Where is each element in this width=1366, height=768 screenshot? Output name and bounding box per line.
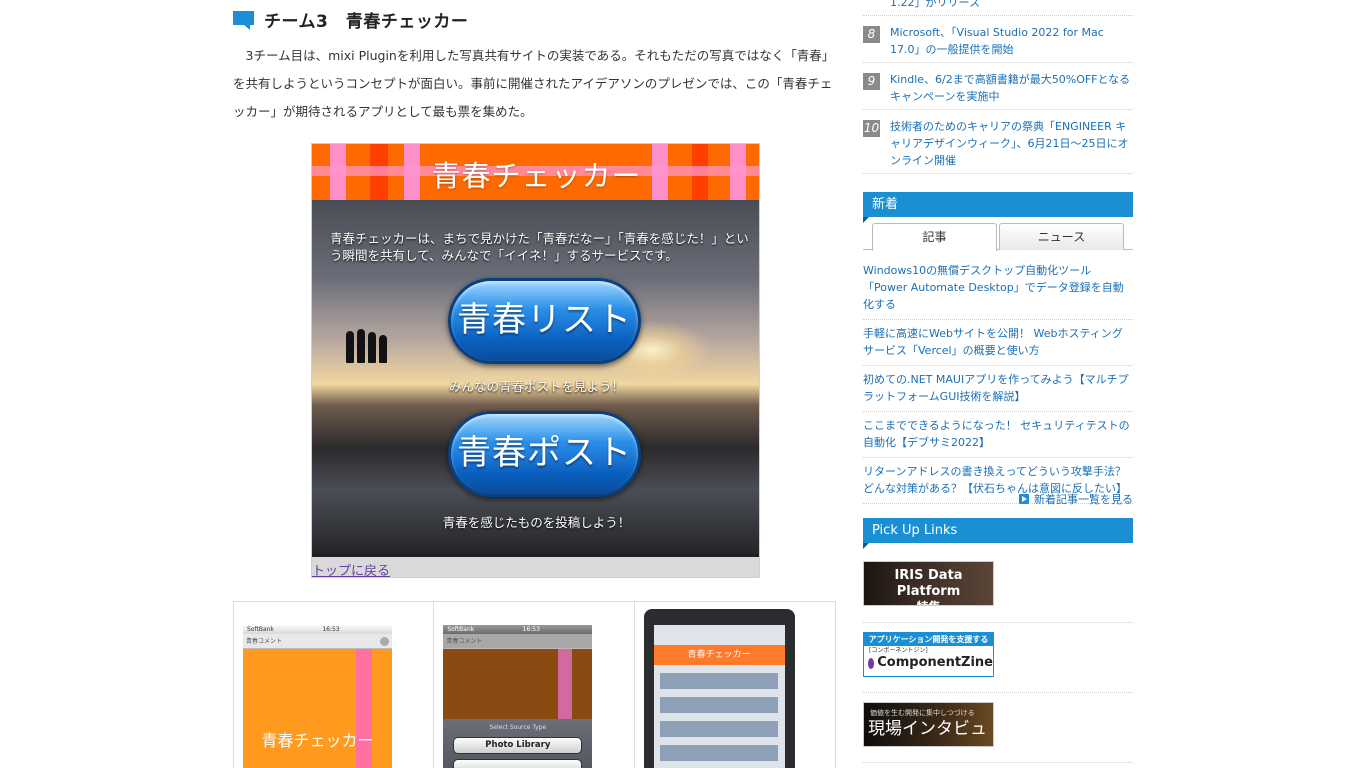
news-link[interactable]: 初めての.NET MAUIアプリを作ってみよう【マルチプラットフォームGUI技術… bbox=[863, 371, 1133, 412]
componentzine-logo-icon bbox=[868, 657, 875, 669]
ranking-item[interactable]: 9 Kindle、6/2まで高額書籍が最大50%OFFとなるキャンペーンを実施中 bbox=[863, 63, 1133, 110]
hero-description: 青春チェッカーは、まちで見かけた「青春だなー」「青春を感じた！」という瞬間を共有… bbox=[330, 231, 749, 263]
seishun-post-button: 青春ポスト bbox=[448, 411, 641, 497]
carrier-label: SoftBank bbox=[247, 626, 274, 633]
close-icon bbox=[580, 637, 590, 646]
cz-banner-top: アプリケーション開発を支援する bbox=[864, 633, 993, 646]
time-label: 16:53 bbox=[522, 626, 540, 633]
hero-banner: 青春チェッカー bbox=[312, 144, 759, 200]
url-text: 青春コメント bbox=[446, 638, 483, 645]
android-phone-photo: 青春チェッカー bbox=[643, 609, 795, 768]
thumbnail-cell[interactable]: SoftBank 16:53 青春コメント Select Source Type … bbox=[434, 602, 635, 768]
genba-interview-banner[interactable]: 価値を生む開発に集中しつづける 現場インタビュー bbox=[863, 702, 994, 747]
carrier-label: SoftBank bbox=[447, 626, 475, 633]
ranking-link[interactable]: Microsoft、「Visual Studio 2022 for Mac 17… bbox=[890, 16, 1133, 62]
close-icon bbox=[380, 637, 389, 646]
back-to-top-link: トップに戻る bbox=[312, 564, 391, 578]
url-text: 青春コメント bbox=[246, 638, 283, 645]
sunset-photo: 青春チェッカーは、まちで見かけた「青春だなー」「青春を感じた！」という瞬間を共有… bbox=[312, 200, 759, 554]
thumbnail-table: SoftBank 16:53 青春コメント 青春チェッカー SoftBank 16:… bbox=[233, 601, 836, 768]
new-articles-heading: 新着 bbox=[863, 192, 1133, 223]
time-label: 16:53 bbox=[322, 626, 340, 633]
genba-banner-big: 現場インタビュー bbox=[868, 719, 987, 746]
cz-banner-logo: ComponentZine bbox=[864, 655, 993, 671]
hero-footer: トップに戻る bbox=[312, 554, 759, 578]
action-sheet: Select Source Type Photo Library bbox=[443, 719, 593, 768]
pickup-links-heading: Pick Up Links bbox=[863, 518, 1133, 549]
hero-caption-1: みんなの青春ポストを見よう！ bbox=[448, 379, 624, 394]
iris-banner[interactable]: IRIS Data Platform 特集 bbox=[863, 561, 994, 606]
arrow-right-icon bbox=[1019, 494, 1029, 504]
cz-logo-text: ComponentZine bbox=[877, 655, 993, 670]
rank-number: 9 bbox=[863, 73, 880, 90]
cz-banner-sub: [コンポーネントジン] bbox=[869, 647, 928, 654]
componentzine-banner[interactable]: アプリケーション開発を支援する [コンポーネントジン] ComponentZin… bbox=[863, 632, 994, 677]
ranking-item[interactable]: 1.22」がリリース bbox=[863, 0, 1133, 16]
thumb-title: 青春チェッカー bbox=[261, 731, 374, 750]
article-paragraph: 3チーム目は、mixi Pluginを利用した写真共有サイトの実装である。それも… bbox=[233, 48, 833, 119]
ranking-link[interactable]: 1.22」がリリース bbox=[890, 0, 1133, 15]
news-link[interactable]: ここまでできるようになった！ セキュリティテストの自動化【デブサミ2022】 bbox=[863, 417, 1133, 458]
ranking-link[interactable]: 技術者のためのキャリアの祭典「ENGINEER キャリアデザインウィーク」、6月… bbox=[890, 110, 1133, 173]
tab-news[interactable]: ニュース bbox=[999, 223, 1124, 250]
phone-screenshot: SoftBank 16:53 青春コメント 青春チェッカー bbox=[243, 625, 392, 768]
seishun-list-button: 青春リスト bbox=[448, 278, 641, 364]
genba-banner-small: 価値を生む開発に集中しつづける bbox=[870, 709, 975, 717]
news-link[interactable]: 手軽に高速にWebサイトを公開！ Webホスティングサービス「Vercel」の概… bbox=[863, 325, 1133, 366]
news-tabs: 記事 ニュース bbox=[863, 223, 1133, 251]
more-articles-link[interactable]: 新着記事一覧を見る bbox=[1019, 491, 1133, 507]
news-link[interactable]: Windows10の無償デスクトップ自動化ツール「Power Automate … bbox=[863, 262, 1133, 320]
sheet-title: Select Source Type bbox=[489, 724, 547, 731]
thumbnail-cell[interactable]: 青春チェッカー bbox=[635, 602, 835, 768]
sheet-button bbox=[453, 759, 583, 768]
thumb-banner: 青春チェッカー bbox=[653, 645, 785, 665]
phone-screenshot: SoftBank 16:53 青春コメント Select Source Type … bbox=[443, 625, 593, 768]
rank-number: 8 bbox=[863, 26, 880, 43]
iris-banner-line2: 特集 bbox=[864, 600, 993, 605]
photo-library-button: Photo Library bbox=[453, 737, 583, 754]
section-title: チーム3 青春チェッカー bbox=[264, 11, 469, 32]
tab-articles[interactable]: 記事 bbox=[872, 223, 997, 251]
ranking-item[interactable]: 8 Microsoft、「Visual Studio 2022 for Mac … bbox=[863, 16, 1133, 63]
hero-banner-title: 青春チェッカー bbox=[431, 159, 642, 193]
ranking-link[interactable]: Kindle、6/2まで高額書籍が最大50%OFFとなるキャンペーンを実施中 bbox=[890, 63, 1133, 109]
rank-number: 10 bbox=[863, 120, 880, 137]
ranking-list: 1.22」がリリース 8 Microsoft、「Visual Studio 20… bbox=[863, 0, 1133, 174]
thumbnail-cell[interactable]: SoftBank 16:53 青春コメント 青春チェッカー bbox=[234, 602, 435, 768]
hero-caption-2: 青春を感じたものを投稿しよう！ bbox=[442, 515, 631, 530]
more-articles-label: 新着記事一覧を見る bbox=[1034, 493, 1133, 506]
iris-banner-line1: IRIS Data Platform bbox=[894, 568, 963, 599]
app-screenshot-image: 青春チェッカー 青春チェッカーは、まちで見かけた「青春だなー」「青春を感じた！」… bbox=[311, 143, 760, 578]
section-header: チーム3 青春チェッカー bbox=[233, 0, 836, 38]
news-list: Windows10の無償デスクトップ自動化ツール「Power Automate … bbox=[863, 262, 1133, 509]
speech-bubble-icon bbox=[233, 10, 254, 30]
ranking-item[interactable]: 10 技術者のためのキャリアの祭典「ENGINEER キャリアデザインウィーク」… bbox=[863, 110, 1133, 174]
article-main: チーム3 青春チェッカー 3チーム目は、mixi Pluginを利用した写真共有… bbox=[233, 0, 836, 768]
